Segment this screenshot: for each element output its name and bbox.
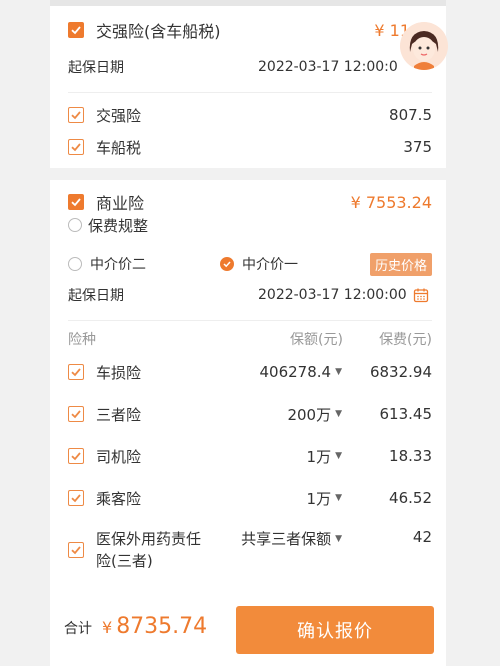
item-value: 375 — [403, 138, 432, 156]
row-checkbox[interactable] — [68, 406, 84, 422]
table-row: 三者险 200万 ▼ 613.45 — [50, 402, 446, 426]
premium-adjust-label: 保费规整 — [88, 216, 149, 235]
amount-dropdown[interactable]: 200万 ▼ — [287, 404, 342, 425]
dropdown-caret-icon: ▼ — [335, 533, 342, 544]
row-premium: 613.45 — [379, 405, 433, 423]
row-checkbox[interactable] — [68, 490, 84, 506]
row-amount: 共享三者保额 — [241, 530, 332, 548]
checkmark-icon — [71, 452, 81, 461]
compulsory-insurance-card: 交强险(含车船税) ¥ 11 起保日期 2022-03-17 12:00:0 交… — [50, 6, 446, 168]
checkmark-icon — [71, 198, 81, 207]
row-label: 司机险 — [96, 447, 142, 466]
divider — [68, 320, 432, 321]
row-amount: 406278.4 — [259, 363, 332, 381]
amount-dropdown[interactable]: 406278.4 ▼ — [260, 363, 343, 381]
avatar[interactable] — [400, 22, 448, 70]
row-premium: 6832.94 — [369, 363, 432, 381]
dropdown-caret-icon: ▼ — [335, 367, 342, 377]
row-label-line: 险(三者) — [96, 552, 153, 570]
row-premium: 18.33 — [389, 447, 432, 465]
total-label: 合计 — [64, 621, 92, 637]
row-premium: 46.52 — [389, 489, 432, 507]
bottom-bar: 合计 ¥ 8735.74 确认报价 — [50, 596, 446, 666]
row-checkbox[interactable] — [68, 364, 84, 380]
table-row: 乘客险 1万 ▼ 46.52 — [50, 486, 446, 510]
row-checkbox[interactable] — [68, 448, 84, 464]
row-label: 车损险 — [96, 363, 142, 382]
row-premium: 42 — [412, 528, 432, 546]
history-price-button[interactable]: 历史价格 — [369, 252, 432, 276]
checkmark-icon — [71, 143, 81, 152]
row-label: 乘客险 — [96, 489, 142, 508]
checkmark-icon — [71, 494, 81, 503]
checkmark-icon — [71, 368, 81, 377]
item-label: 交强险 — [96, 106, 142, 125]
start-date-value: 2022-03-17 12:00:00 — [258, 287, 407, 303]
avatar-icon — [400, 22, 448, 70]
checkmark-icon — [71, 410, 81, 419]
price-option-label: 中介价二 — [90, 257, 146, 273]
table-header: 险种 保额(元) 保费(元) — [50, 328, 446, 350]
price-option-radio[interactable] — [68, 257, 82, 271]
compulsory-title: 交强险(含车船税) — [96, 22, 221, 41]
row-amount: 1万 — [306, 489, 332, 508]
price-option-radio-selected[interactable] — [220, 257, 234, 271]
column-header-amount: 保额(元) — [290, 332, 343, 348]
quote-page: 交强险(含车船税) ¥ 11 起保日期 2022-03-17 12:00:0 交… — [0, 0, 500, 666]
checkmark-icon — [223, 261, 231, 268]
row-label: 医保外用药责任 险(三者) — [96, 528, 226, 572]
commercial-insurance-card: 商业险 ¥ 7553.24 保费规整 中介价二 中介价一 历史价格 起保日期 2… — [50, 180, 446, 596]
dropdown-caret-icon: ▼ — [335, 451, 342, 461]
amount-dropdown[interactable]: 共享三者保额 ▼ — [241, 528, 342, 549]
calendar-icon — [413, 288, 428, 303]
amount-dropdown[interactable]: 1万 ▼ — [307, 446, 342, 467]
item-label: 车船税 — [96, 138, 142, 157]
row-amount: 1万 — [306, 447, 332, 466]
list-item: 车船税 375 — [50, 136, 446, 158]
item-value: 807.5 — [389, 106, 432, 124]
start-date-picker[interactable]: 2022-03-17 12:00:00 — [258, 287, 429, 303]
row-checkbox[interactable] — [68, 542, 84, 558]
start-date-label: 起保日期 — [68, 288, 124, 304]
commercial-checkbox[interactable] — [68, 194, 84, 210]
confirm-quote-button[interactable]: 确认报价 — [236, 606, 434, 654]
start-date-label: 起保日期 — [68, 60, 124, 76]
compulsory-checkbox[interactable] — [68, 22, 84, 38]
checkmark-icon — [71, 546, 81, 555]
price-option-label: 中介价一 — [242, 257, 298, 273]
commercial-title: 商业险 — [96, 194, 145, 213]
checkmark-icon — [71, 26, 81, 35]
total-currency: ¥ — [102, 618, 113, 637]
item-checkbox[interactable] — [68, 107, 84, 123]
commercial-total: ¥ 7553.24 — [350, 192, 432, 212]
amount-dropdown[interactable]: 1万 ▼ — [307, 488, 342, 509]
total-amount: 8735.74 — [116, 614, 208, 639]
divider — [68, 92, 432, 93]
premium-adjust-radio[interactable] — [68, 218, 82, 232]
column-header-premium: 保费(元) — [379, 332, 432, 348]
start-date-value[interactable]: 2022-03-17 12:00:0 — [258, 59, 398, 75]
dropdown-caret-icon: ▼ — [335, 493, 342, 503]
table-row: 车损险 406278.4 ▼ 6832.94 — [50, 360, 446, 384]
table-row: 医保外用药责任 险(三者) 共享三者保额 ▼ 42 — [50, 528, 446, 572]
item-checkbox[interactable] — [68, 139, 84, 155]
column-header-type: 险种 — [68, 332, 96, 348]
table-row: 司机险 1万 ▼ 18.33 — [50, 444, 446, 468]
list-item: 交强险 807.5 — [50, 104, 446, 126]
dropdown-caret-icon: ▼ — [335, 409, 342, 419]
row-label: 三者险 — [96, 405, 142, 424]
row-label-line: 医保外用药责任 — [96, 530, 202, 548]
checkmark-icon — [71, 111, 81, 120]
row-amount: 200万 — [287, 405, 332, 424]
